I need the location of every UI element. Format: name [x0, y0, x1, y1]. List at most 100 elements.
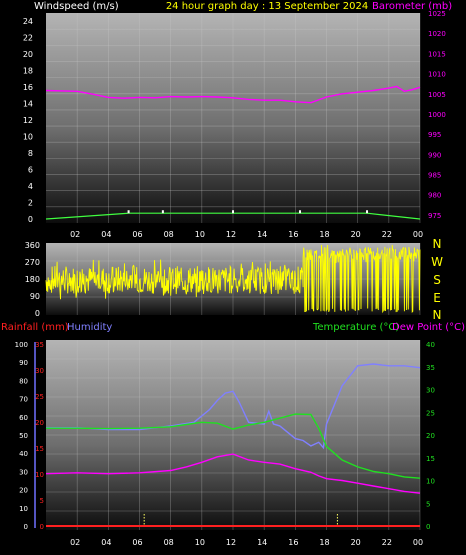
panel3-x-ticks: 02 04 06 08 10 12 14 16 18 20 22 00	[70, 538, 423, 547]
rainfall-axis-title: Rainfall (mm)	[1, 322, 69, 333]
rainfall-tick-label: 5	[40, 497, 44, 505]
barometer-tick-label: 1020	[428, 30, 446, 38]
humidity-tick-label: 100	[15, 341, 28, 349]
rainfall-tick-label: 10	[35, 471, 44, 479]
direction-tick-label: 270	[25, 258, 40, 267]
windspeed-tick-label: 10	[23, 133, 33, 142]
temperature-tick-label: 30	[426, 387, 435, 395]
graph-title: 24 hour graph day : 13 September 2024	[166, 1, 368, 12]
windspeed-tick-label: 12	[23, 116, 33, 125]
rain-humidity-temperature-panel: 0 10 20 30 40 50 60 70 80 90 100 0 5 10 15 20 25 30 35 0 5…	[15, 340, 435, 547]
humidity-tick-label: 90	[19, 359, 28, 367]
windspeed-tick-label: 2	[28, 199, 33, 208]
x-tick-label: 10	[195, 230, 205, 239]
humidity-tick-label: 20	[19, 487, 28, 495]
x-tick-label: 16	[288, 538, 298, 547]
windspeed-gust-mark	[299, 210, 302, 214]
barometer-tick-label: 985	[428, 172, 441, 180]
temperature-axis-title: Temperature (°C)	[312, 322, 399, 333]
direction-tick-label: 180	[25, 275, 40, 284]
x-tick-label: 18	[319, 538, 329, 547]
humidity-tick-label: 10	[19, 505, 28, 513]
temperature-tick-label: 40	[426, 341, 435, 349]
barometer-tick-label: 1000	[428, 111, 446, 119]
windspeed-tick-label: 0	[28, 215, 33, 224]
direction-tick-label: 0	[35, 309, 40, 318]
temperature-tick-label: 5	[426, 500, 430, 508]
barometer-tick-label: 1015	[428, 50, 446, 58]
windspeed-gust-mark	[127, 210, 130, 214]
rainfall-axis-ticks: 0 5 10 15 20 25 30 35	[35, 341, 44, 531]
rainfall-tick-label: 30	[35, 367, 44, 375]
direction-tick-label: 90	[30, 292, 40, 301]
dew-point-axis-title: Dew Point (°C)	[392, 322, 465, 333]
x-tick-label: 08	[164, 538, 174, 547]
windspeed-gust-mark	[232, 210, 234, 214]
x-tick-label: 12	[226, 538, 236, 547]
humidity-axis-title: Humidity	[67, 322, 112, 333]
windspeed-tick-label: 8	[28, 149, 33, 158]
humidity-tick-label: 50	[19, 432, 28, 440]
humidity-tick-label: 80	[19, 377, 28, 385]
windspeed-tick-label: 6	[28, 166, 33, 175]
compass-labels: N W S E N	[431, 237, 443, 322]
windspeed-tick-label: 22	[23, 34, 33, 43]
x-tick-label: 06	[132, 538, 142, 547]
x-tick-label: 06	[132, 230, 142, 239]
x-tick-label: 22	[382, 538, 392, 547]
windspeed-tick-label: 14	[23, 100, 33, 109]
windspeed-gust-mark	[161, 210, 164, 214]
windspeed-tick-label: 4	[28, 182, 33, 191]
temperature-tick-label: 25	[426, 409, 435, 417]
x-tick-label: 02	[70, 230, 80, 239]
humidity-tick-label: 30	[19, 468, 28, 476]
x-tick-label: 22	[382, 230, 392, 239]
barometer-tick-label: 1025	[428, 10, 446, 18]
temperature-tick-label: 10	[426, 478, 435, 486]
direction-axis-ticks: 0 90 180 270 360	[25, 241, 40, 318]
barometer-tick-label: 1005	[428, 91, 446, 99]
x-tick-label: 18	[319, 230, 329, 239]
rainfall-tick-label: 15	[35, 445, 44, 453]
x-tick-label: 04	[101, 538, 111, 547]
humidity-axis-ticks: 0 10 20 30 40 50 60 70 80 90 100	[15, 341, 28, 531]
rainfall-tick-label: 0	[40, 523, 44, 531]
compass-label: E	[433, 291, 441, 305]
x-tick-label: 20	[351, 230, 361, 239]
barometer-axis-ticks: 975 980 985 990 995 1000 1005 1010 1015 1020 1025	[428, 10, 446, 220]
humidity-tick-label: 60	[19, 414, 28, 422]
windspeed-tick-label: 18	[23, 67, 33, 76]
temperature-tick-label: 20	[426, 432, 435, 440]
barometer-tick-label: 1010	[428, 71, 446, 79]
barometer-tick-label: 995	[428, 131, 441, 139]
x-tick-label: 00	[413, 230, 423, 239]
rainfall-tick-label: 25	[35, 393, 44, 401]
temperature-tick-label: 15	[426, 455, 435, 463]
barometer-tick-label: 975	[428, 212, 441, 220]
compass-label: N	[433, 308, 442, 322]
x-tick-label: 16	[288, 230, 298, 239]
windspeed-tick-label: 24	[23, 17, 33, 26]
barometer-tick-label: 990	[428, 151, 441, 159]
x-tick-label: 14	[257, 230, 267, 239]
x-tick-label: 00	[413, 538, 423, 547]
x-tick-label: 08	[164, 230, 174, 239]
windspeed-barometer-panel: 024681012141618202224 975980985990995100…	[23, 10, 446, 239]
humidity-tick-label: 0	[24, 523, 28, 531]
temperature-tick-label: 35	[426, 364, 435, 372]
windspeed-tick-label: 20	[23, 50, 33, 59]
panel1-x-ticks: 02 04 06 08 10 12 14 16 18 20 22 00	[70, 230, 423, 239]
windspeed-gust-mark	[366, 210, 369, 214]
temperature-axis-ticks: 0 5 10 15 20 25 30 35 40	[426, 341, 435, 531]
humidity-tick-label: 40	[19, 450, 28, 458]
x-tick-label: 02	[70, 538, 80, 547]
windspeed-tick-label: 16	[23, 83, 33, 92]
x-tick-label: 14	[257, 538, 267, 547]
compass-label: N	[433, 237, 442, 251]
compass-label: S	[433, 273, 441, 287]
compass-label: W	[431, 255, 443, 269]
x-tick-label: 10	[195, 538, 205, 547]
x-tick-label: 20	[351, 538, 361, 547]
temperature-tick-label: 0	[426, 523, 430, 531]
windspeed-axis-title: Windspeed (m/s)	[34, 1, 119, 12]
